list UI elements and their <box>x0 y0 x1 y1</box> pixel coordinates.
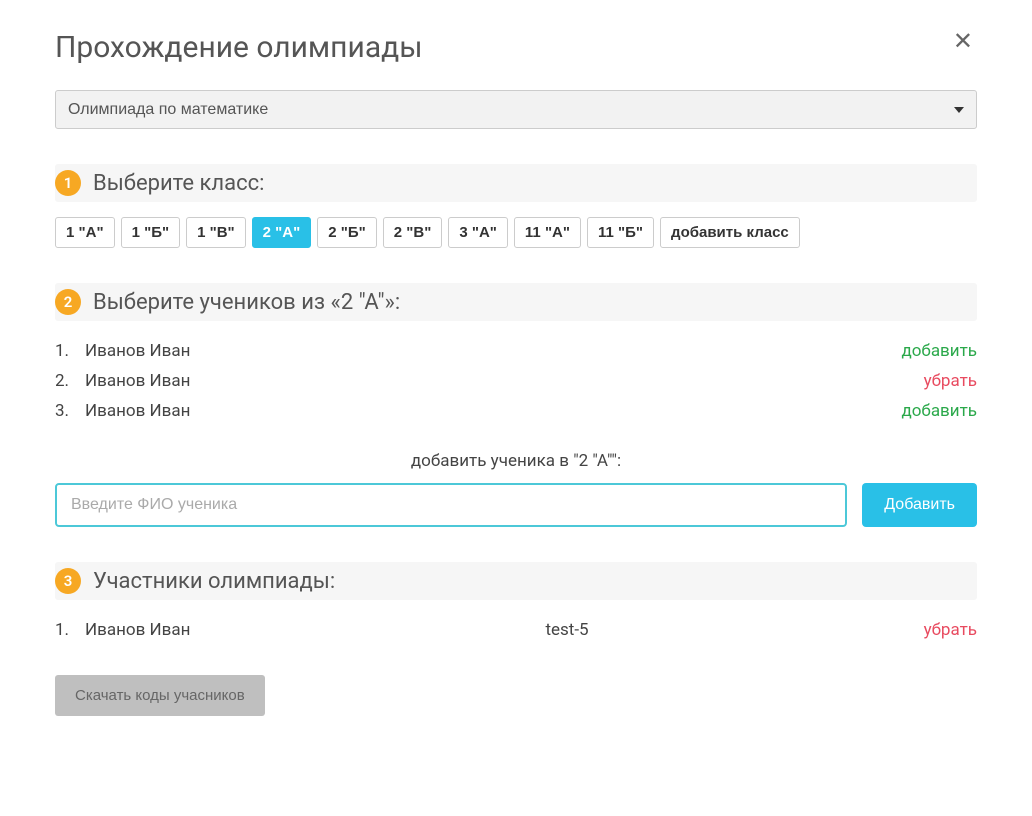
step1-badge: 1 <box>55 170 81 196</box>
student-number: 1. <box>55 341 85 361</box>
add-student-link[interactable]: добавить <box>901 401 977 421</box>
add-student-link[interactable]: добавить <box>901 341 977 361</box>
student-number: 2. <box>55 371 85 391</box>
step2-title: Выберите учеников из «2 "А"»: <box>93 290 400 315</box>
student-name: Иванов Иван <box>85 371 190 391</box>
add-student-button[interactable]: Добавить <box>862 483 977 527</box>
class-button[interactable]: 2 "Б" <box>317 217 377 248</box>
download-codes-button[interactable]: Скачать коды учасников <box>55 675 265 716</box>
page-title: Прохождение олимпиады <box>55 30 423 65</box>
step3-header: 3 Участники олимпиады: <box>55 562 977 600</box>
student-name: Иванов Иван <box>85 341 190 361</box>
participant-number: 1. <box>55 620 85 640</box>
class-button[interactable]: 1 "Б" <box>121 217 181 248</box>
class-button[interactable]: 1 "А" <box>55 217 115 248</box>
step3-title: Участники олимпиады: <box>93 569 335 594</box>
participants-list: 1.Иванов Иван test-5убрать <box>55 615 977 645</box>
participant-name: Иванов Иван <box>85 620 190 640</box>
add-student-label: добавить ученика в "2 "А"": <box>55 451 977 471</box>
step2-header: 2 Выберите учеников из «2 "А"»: <box>55 283 977 321</box>
student-row: 1.Иванов Иван добавить <box>55 336 977 366</box>
remove-student-link[interactable]: убрать <box>924 371 977 391</box>
remove-participant-link[interactable]: убрать <box>924 620 977 640</box>
class-button[interactable]: 11 "Б" <box>587 217 654 248</box>
participant-row: 1.Иванов Иван test-5убрать <box>55 615 977 645</box>
class-button[interactable]: 1 "В" <box>186 217 246 248</box>
olympiad-select[interactable]: Олимпиада по математике <box>55 90 977 129</box>
step1-header: 1 Выберите класс: <box>55 164 977 202</box>
step3-badge: 3 <box>55 568 81 594</box>
class-button[interactable]: 11 "А" <box>514 217 581 248</box>
participant-code: test-5 <box>210 620 923 640</box>
student-row: 2.Иванов Иван убрать <box>55 366 977 396</box>
add-student-block: добавить ученика в "2 "А"": Добавить <box>55 451 977 527</box>
student-name-input[interactable] <box>55 483 847 527</box>
student-row: 3.Иванов Иван добавить <box>55 396 977 426</box>
close-icon[interactable]: ✕ <box>949 30 977 54</box>
class-button[interactable]: добавить класс <box>660 217 800 248</box>
step1-title: Выберите класс: <box>93 171 264 196</box>
class-button[interactable]: 3 "А" <box>448 217 508 248</box>
class-button[interactable]: 2 "В" <box>383 217 443 248</box>
step2-badge: 2 <box>55 289 81 315</box>
class-button[interactable]: 2 "А" <box>252 217 312 248</box>
student-number: 3. <box>55 401 85 421</box>
class-list: 1 "А"1 "Б"1 "В"2 "А"2 "Б"2 "В"3 "А"11 "А… <box>55 217 977 248</box>
student-name: Иванов Иван <box>85 401 190 421</box>
student-list: 1.Иванов Ивандобавить2.Иванов Иванубрать… <box>55 336 977 426</box>
